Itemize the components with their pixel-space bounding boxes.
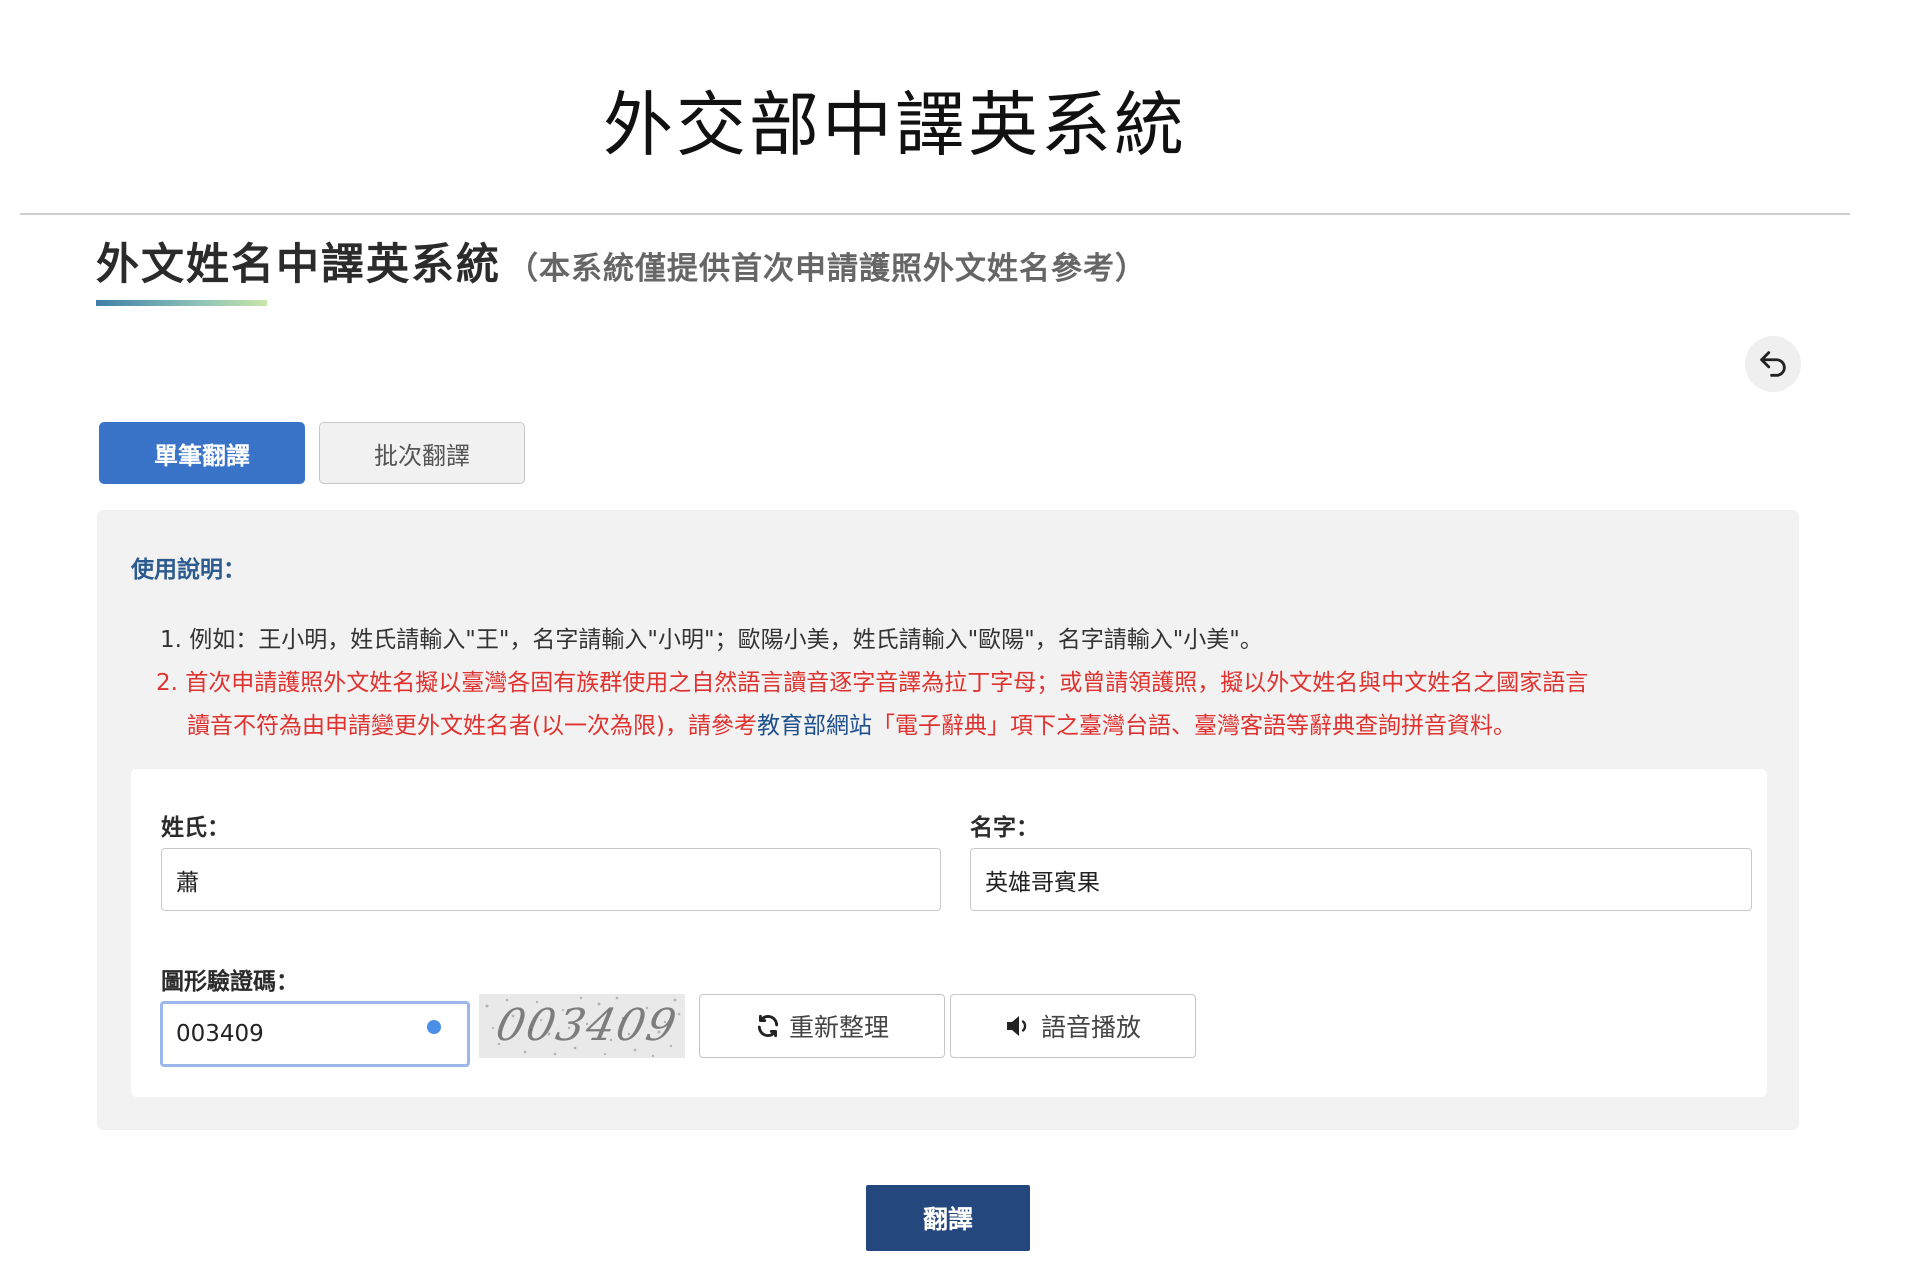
surname-label: 姓氏： [161, 815, 230, 841]
section-subtitle: （本系統僅提供首次申請護照外文姓名參考） [507, 251, 1147, 287]
audio-label: 語音播放 [1040, 1013, 1141, 1042]
instruction-item-2-line-1: 2. 首次申請護照外文姓名擬以臺灣各固有族群使用之自然語言讀音逐字音譯為拉丁字母… [156, 670, 1589, 696]
section-title: 外文姓名中譯英系統 [96, 240, 501, 290]
surname-input[interactable] [161, 848, 941, 911]
moe-website-link[interactable]: 教育部網站 [757, 713, 872, 739]
header-divider [20, 213, 1850, 215]
heading-underline [96, 300, 267, 306]
audio-captcha-button[interactable]: 語音播放 [950, 994, 1196, 1058]
section-heading: 外文姓名中譯英系統 （本系統僅提供首次申請護照外文姓名參考） [96, 230, 1147, 292]
translate-submit-button[interactable]: 翻譯 [866, 1185, 1030, 1251]
site-title: 外交部中譯英系統 [603, 83, 1187, 166]
refresh-label: 重新整理 [788, 1013, 889, 1042]
captcha-input[interactable] [160, 1001, 470, 1067]
instruction-item-2-line-2: 讀音不符為由申請變更外文姓名者(以一次為限)，請參考教育部網站「電子辭典」項下之… [187, 706, 1516, 740]
tab-single-translation[interactable]: 單筆翻譯 [99, 422, 305, 484]
refresh-icon [757, 1014, 779, 1038]
undo-arrow-icon [1760, 351, 1786, 377]
captcha-status-dot [427, 1020, 441, 1034]
given-name-input[interactable] [970, 848, 1752, 911]
tab-batch-translation[interactable]: 批次翻譯 [319, 422, 525, 484]
instructions-title: 使用說明： [131, 557, 246, 583]
given-name-label: 名字： [970, 815, 1039, 841]
instruction-text: 「電子辭典」項下之臺灣台語、臺灣客語等辭典查詢拼音資料。 [871, 713, 1516, 739]
instruction-item-1: 1. 例如：王小明，姓氏請輸入"王"，名字請輸入"小明"；歐陽小美，姓氏請輸入"… [160, 627, 1263, 653]
speaker-icon [1006, 1016, 1027, 1036]
captcha-image: 003409 [479, 994, 685, 1058]
captcha-code: 003409 [491, 1000, 683, 1051]
back-button[interactable] [1745, 336, 1801, 392]
instruction-text: 讀音不符為由申請變更外文姓名者(以一次為限)，請參考 [187, 713, 757, 739]
captcha-label: 圖形驗證碼： [161, 969, 299, 995]
refresh-captcha-button[interactable]: 重新整理 [699, 994, 945, 1058]
